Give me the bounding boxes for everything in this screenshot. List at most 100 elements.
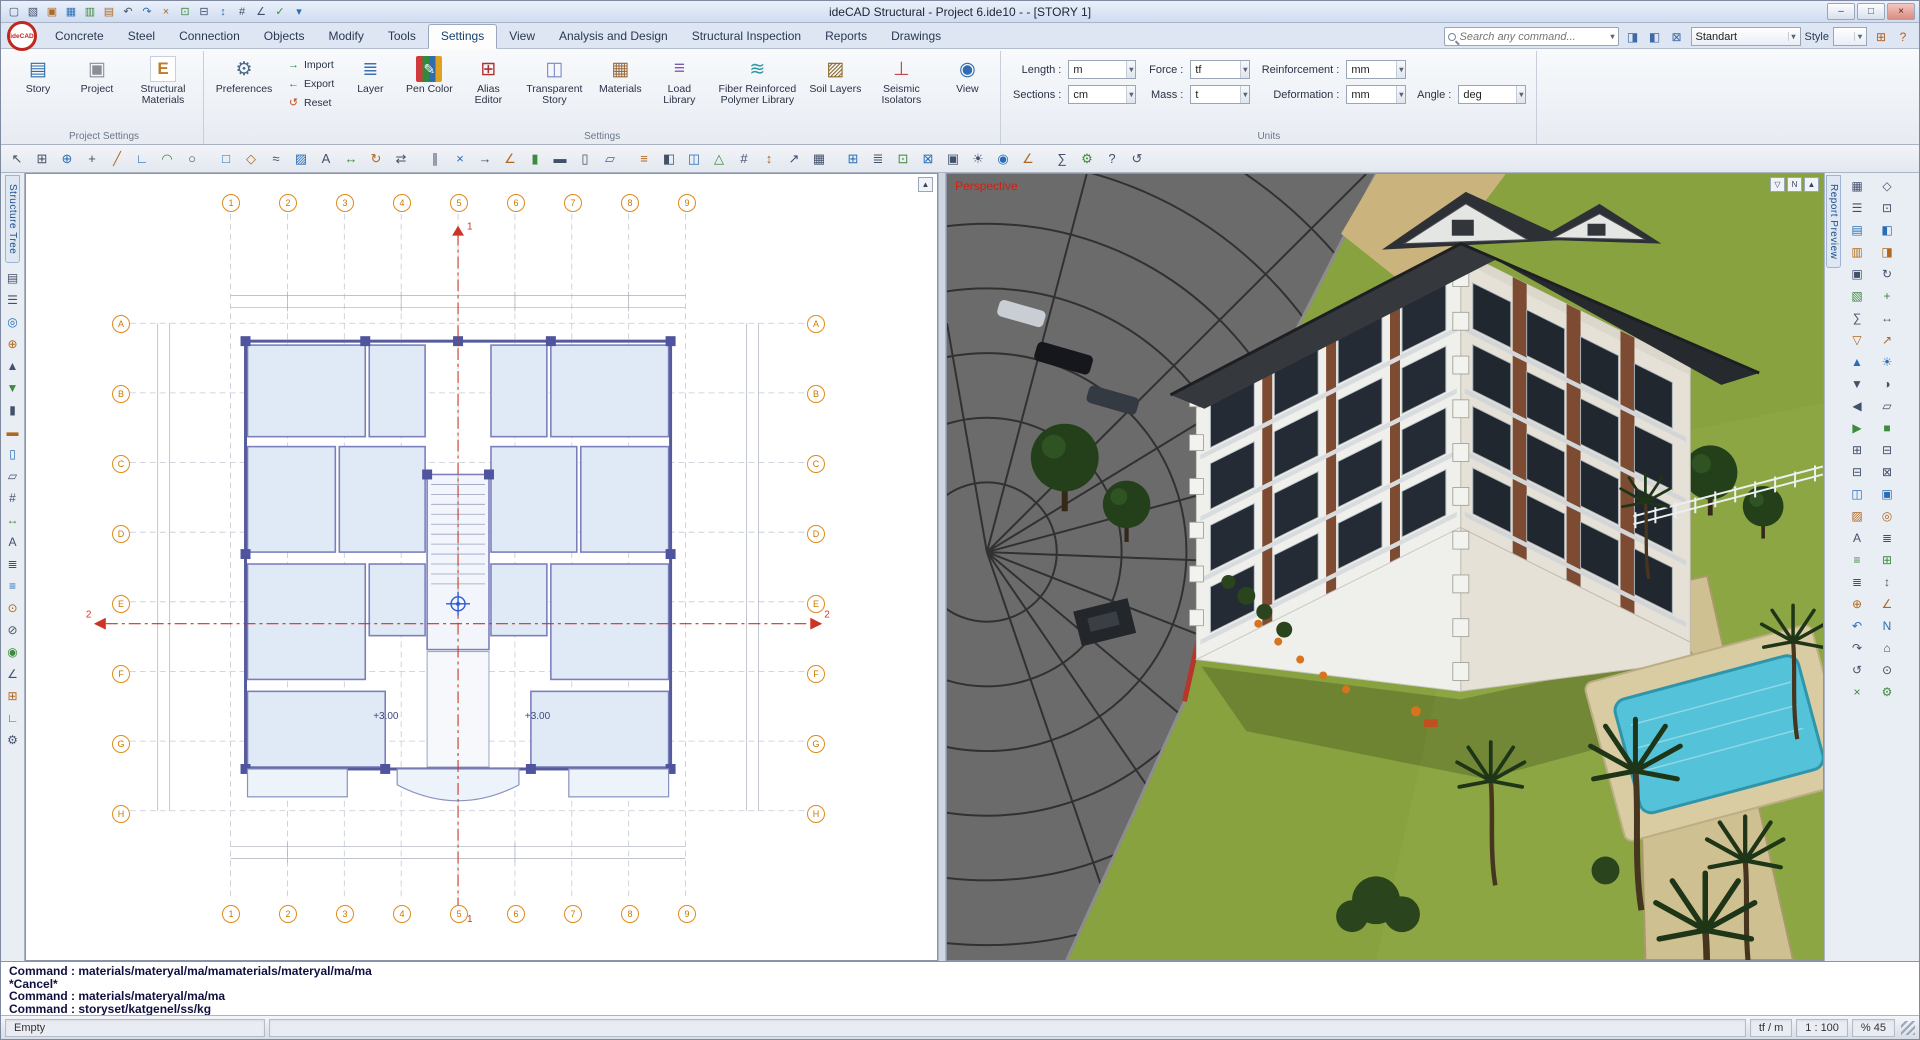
ribbon-structural-materials-button[interactable]: E Structural Materials	[127, 52, 199, 130]
target-icon[interactable]: ◎	[1876, 505, 1898, 527]
fly-icon[interactable]: ↗	[1876, 329, 1898, 351]
fillet-icon[interactable]: ∠	[498, 147, 522, 170]
measure-rail-icon[interactable]: ∠	[2, 663, 24, 685]
wall-icon[interactable]: ▯	[573, 147, 597, 170]
section-icon[interactable]: ⊟	[1876, 439, 1898, 461]
lock-icon[interactable]: ⊠	[916, 147, 940, 170]
zoom-selection-icon[interactable]: ⊙	[2, 597, 24, 619]
layers-icon[interactable]: ≣	[866, 147, 890, 170]
align-center-icon[interactable]: ≣	[1846, 571, 1868, 593]
col-right-icon[interactable]: ▶	[1846, 417, 1868, 439]
close-report-icon[interactable]: ×	[1846, 681, 1868, 703]
prev-page-icon[interactable]: ↶	[1846, 615, 1868, 637]
pane-splitter[interactable]	[938, 173, 946, 961]
clip-icon[interactable]: ⊠	[1876, 461, 1898, 483]
ribbon-tab[interactable]: Drawings	[879, 25, 953, 48]
ribbon-story-button[interactable]: ▤ Story	[9, 52, 67, 130]
print-icon[interactable]: ▥	[81, 3, 99, 20]
layers-panel-icon[interactable]: ≣	[2, 553, 24, 575]
refresh-report-icon[interactable]: ↺	[1846, 659, 1868, 681]
print-report-icon[interactable]: ▣	[1846, 263, 1868, 285]
sun-icon[interactable]: ☀	[966, 147, 990, 170]
ortho-icon[interactable]: ∟	[2, 707, 24, 729]
export-report-icon[interactable]: ▥	[1846, 241, 1868, 263]
sum-icon[interactable]: ∑	[1050, 147, 1074, 170]
preset-select[interactable]: Standart▾	[1691, 27, 1801, 46]
chart-icon[interactable]: ▧	[1846, 285, 1868, 307]
deformation-unit-select[interactable]: mm▾	[1346, 85, 1406, 104]
command-console[interactable]: Command : materials/materyal/ma/mamateri…	[1, 961, 1919, 1015]
pan-view-icon[interactable]: +	[1876, 285, 1898, 307]
table-grid-icon[interactable]: ▦	[807, 147, 831, 170]
grid-axis-icon[interactable]: #	[732, 147, 756, 170]
copy-icon[interactable]: ⊡	[176, 3, 194, 20]
wireframe-icon[interactable]: ▱	[1876, 395, 1898, 417]
ribbon-tab[interactable]: Objects	[252, 25, 317, 48]
ribbon-alias-editor-button[interactable]: ⊞ Alias Editor	[459, 52, 517, 130]
sort-asc-icon[interactable]: ▲	[1846, 351, 1868, 373]
next-page-icon[interactable]: ↷	[1846, 637, 1868, 659]
minimize-button[interactable]: –	[1827, 3, 1855, 20]
ribbon-tab[interactable]: Reports	[813, 25, 879, 48]
sections-unit-select[interactable]: cm▾	[1068, 85, 1136, 104]
camera-icon[interactable]: ▣	[941, 147, 965, 170]
light-icon[interactable]: ☀	[1876, 351, 1898, 373]
save-icon[interactable]: ▣	[43, 3, 61, 20]
walls-icon[interactable]: ▯	[2, 443, 24, 465]
force-unit-select[interactable]: tf▾	[1190, 60, 1250, 79]
info-icon[interactable]: ?	[1100, 147, 1124, 170]
ribbon-transparent-story-button[interactable]: ◫ Transparent Story	[518, 52, 590, 130]
draw-polygon-icon[interactable]: ◇	[239, 147, 263, 170]
fullscreen-icon[interactable]: ⊙	[1876, 659, 1898, 681]
ribbon-project-button[interactable]: ▣ Project	[68, 52, 126, 130]
help-icon[interactable]: ?	[1893, 27, 1913, 46]
beam-icon[interactable]: ▬	[548, 147, 572, 170]
tree-icon[interactable]: ☰	[2, 289, 24, 311]
render-icon[interactable]: ◉	[991, 147, 1015, 170]
ribbon-materials-button[interactable]: ▦ Materials	[591, 52, 649, 130]
report-table-icon[interactable]: ▦	[1846, 175, 1868, 197]
door-icon[interactable]: ◧	[657, 147, 681, 170]
offset-icon[interactable]: ∥	[423, 147, 447, 170]
story-down-icon[interactable]: ▼	[2, 377, 24, 399]
dimension-icon[interactable]: ↕	[757, 147, 781, 170]
roof-icon[interactable]: △	[707, 147, 731, 170]
ribbon-seismic-isolators-button[interactable]: ⊥ Seismic Isolators	[865, 52, 937, 130]
ruler-view-icon[interactable]: ↕	[1876, 571, 1898, 593]
ribbon-soil-layers-button[interactable]: ▨ Soil Layers	[806, 52, 864, 130]
ribbon-reset-button[interactable]: ↺Reset	[283, 94, 338, 111]
walk-icon[interactable]: ↔	[1876, 307, 1898, 329]
sort-desc-icon[interactable]: ▼	[1846, 373, 1868, 395]
view-settings-icon[interactable]: ⚙	[1876, 681, 1898, 703]
view-top-icon[interactable]: ⊡	[1876, 197, 1898, 219]
undo-icon[interactable]: ↶	[119, 3, 137, 20]
view-filter-button[interactable]: ▽	[1770, 177, 1785, 192]
panel-grid-icon[interactable]: ◧	[1645, 27, 1665, 46]
snap-icon[interactable]: ⊞	[2, 685, 24, 707]
zoom-extents-icon[interactable]: ⊕	[55, 147, 79, 170]
ribbon-tab[interactable]: Structural Inspection	[680, 25, 813, 48]
columns-icon[interactable]: ▮	[2, 399, 24, 421]
style-select[interactable]: ▾	[1833, 27, 1867, 46]
command-search-input[interactable]	[1460, 31, 1611, 43]
angle-icon[interactable]: ∠	[252, 3, 270, 20]
shade-icon[interactable]: ◑	[1876, 373, 1898, 395]
ribbon-pen-color-button[interactable]: ✎ Pen Color	[400, 52, 458, 130]
north-toggle-button[interactable]: N	[1787, 177, 1802, 192]
draw-circle-icon[interactable]: ○	[180, 147, 204, 170]
stair-icon[interactable]: ≡	[632, 147, 656, 170]
measure-icon[interactable]: ∠	[1016, 147, 1040, 170]
ribbon-tab[interactable]: Connection	[167, 25, 252, 48]
hatch-icon[interactable]: ▨	[289, 147, 313, 170]
rotate-icon[interactable]: ↻	[364, 147, 388, 170]
ribbon-tab[interactable]: Steel	[116, 25, 167, 48]
slab-icon[interactable]: ▱	[598, 147, 622, 170]
axes-icon[interactable]: #	[2, 487, 24, 509]
split-cells-icon[interactable]: ⊟	[1846, 461, 1868, 483]
ribbon-import-button[interactable]: →Import	[283, 56, 338, 73]
ribbon-view-button[interactable]: ◉ View	[938, 52, 996, 130]
window-icon[interactable]: ◫	[682, 147, 706, 170]
close-pane-icon[interactable]: ⊠	[1667, 27, 1687, 46]
length-unit-select[interactable]: m▾	[1068, 60, 1136, 79]
ribbon-layer-button[interactable]: ≣ Layer	[341, 52, 399, 130]
